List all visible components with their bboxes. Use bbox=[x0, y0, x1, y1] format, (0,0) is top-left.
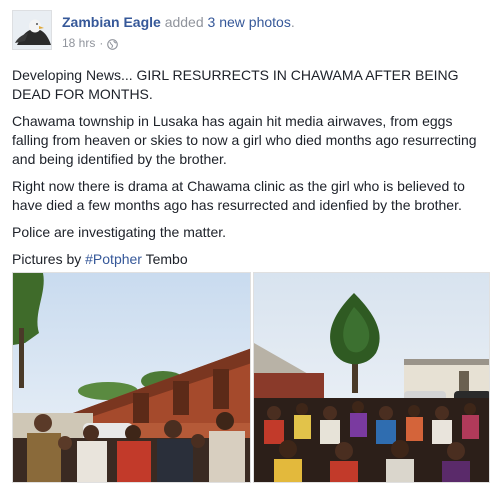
credit-prefix: Pictures by bbox=[12, 251, 82, 267]
photo-thumbnail-1[interactable] bbox=[12, 272, 251, 483]
page-avatar[interactable] bbox=[12, 10, 52, 50]
photo-thumbnail-2[interactable] bbox=[253, 272, 490, 483]
photo-grid bbox=[12, 272, 490, 483]
clinic-crowd-photo-1 bbox=[13, 273, 250, 482]
post-paragraph: Police are investigating the matter. bbox=[12, 224, 227, 240]
photo-credit: Pictures by #Potpher Tembo bbox=[12, 250, 490, 269]
post-paragraph: Right now there is drama at Chawama clin… bbox=[12, 178, 465, 213]
action-suffix: . bbox=[290, 14, 295, 30]
post-paragraph: Developing News... GIRL RESURRECTS IN CH… bbox=[12, 67, 459, 102]
post-meta: 18 hrs · bbox=[62, 35, 119, 51]
credit-suffix: Tembo bbox=[145, 251, 188, 267]
post-body: Developing News... GIRL RESURRECTS IN CH… bbox=[12, 66, 490, 277]
eagle-avatar-image bbox=[13, 11, 51, 49]
author-link[interactable]: Zambian Eagle bbox=[62, 14, 161, 30]
photos-link[interactable]: 3 new photos bbox=[208, 14, 291, 30]
post-paragraph: Chawama township in Lusaka has again hit… bbox=[12, 113, 477, 167]
timestamp-link[interactable]: 18 hrs bbox=[62, 35, 95, 51]
meta-separator: · bbox=[99, 36, 104, 50]
action-text: added bbox=[164, 14, 204, 30]
post-header: Zambian Eagle added 3 new photos. bbox=[62, 13, 295, 31]
hashtag-link[interactable]: #Potpher bbox=[85, 251, 142, 267]
news-feed-post: Zambian Eagle added 3 new photos. 18 hrs… bbox=[0, 0, 498, 483]
clinic-crowd-photo-2 bbox=[254, 273, 489, 482]
globe-icon[interactable] bbox=[107, 38, 119, 50]
